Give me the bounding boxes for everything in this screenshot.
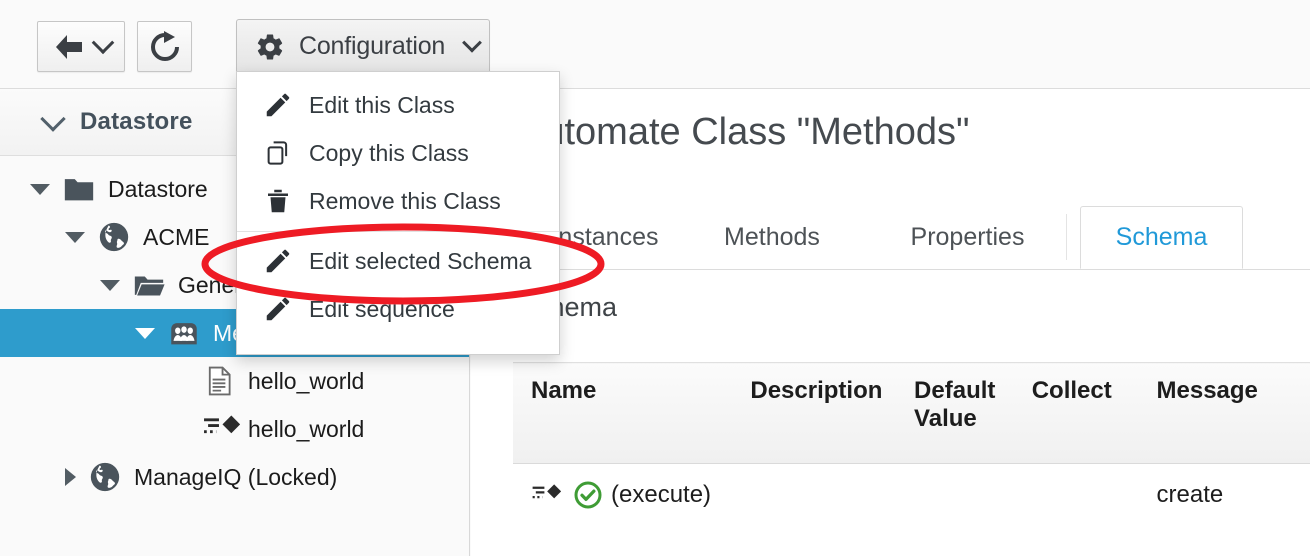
method-icon xyxy=(202,412,241,446)
menu-separator xyxy=(237,231,559,232)
tab-properties[interactable]: Properties xyxy=(880,206,1055,268)
method-icon xyxy=(532,484,562,499)
folder-open-icon xyxy=(134,276,165,296)
cell-description xyxy=(750,463,915,526)
tab-divider xyxy=(1066,214,1067,260)
document-icon xyxy=(202,364,236,398)
globe-icon xyxy=(97,220,131,254)
configuration-dropdown-menu[interactable]: Edit this Class Copy this Class Remove thi… xyxy=(236,71,560,355)
tree-node-label: Datastore xyxy=(108,175,208,202)
cell-collect xyxy=(1031,463,1157,526)
menu-item-label: Edit sequence xyxy=(309,295,455,322)
app-window: Configuration Datastore Datastore ACME Gen… xyxy=(0,0,1310,556)
page-title: Automate Class "Methods" xyxy=(518,111,970,153)
chevron-down-icon[interactable] xyxy=(30,183,50,195)
arrow-left-icon xyxy=(55,34,82,59)
pencil-icon xyxy=(266,249,290,273)
chevron-down-icon xyxy=(40,106,66,132)
menu-item-edit-this-class[interactable]: Edit this Class xyxy=(237,81,559,129)
folder-closed-icon xyxy=(62,172,96,206)
tree-node-label: hello_world xyxy=(248,367,365,394)
configuration-button-label: Configuration xyxy=(299,32,446,60)
copy-icon xyxy=(263,138,293,168)
toolbar: Configuration xyxy=(0,0,1310,89)
folder-open-icon xyxy=(132,268,166,302)
table-header-row: Name Description Default Value Collect Me… xyxy=(513,362,1310,464)
trash-icon xyxy=(268,189,288,213)
tree-node-manageiq-locked-[interactable]: ManageIQ (Locked) xyxy=(0,453,469,501)
tab-label: Methods xyxy=(724,222,820,251)
menu-item-remove-this-class[interactable]: Remove this Class xyxy=(237,177,559,225)
cell-message: create xyxy=(1156,463,1310,526)
menu-item-label: Remove this Class xyxy=(309,187,501,214)
globe-icon xyxy=(90,462,120,492)
menu-item-label: Copy this Class xyxy=(309,139,469,166)
sidebar-accordion-label: Datastore xyxy=(80,108,193,135)
globe-icon xyxy=(88,460,122,494)
refresh-icon xyxy=(150,30,179,61)
tab-bar: Instances Methods Properties Schema xyxy=(471,206,1310,270)
pencil-icon xyxy=(263,294,293,324)
reload-button[interactable] xyxy=(137,21,192,72)
trash-icon xyxy=(263,186,293,216)
back-button[interactable] xyxy=(37,21,125,72)
globe-icon xyxy=(99,222,129,252)
method-icon xyxy=(204,415,241,434)
cell-default-value xyxy=(914,463,1032,526)
chevron-down-icon xyxy=(462,32,483,53)
folder-closed-icon xyxy=(64,179,94,201)
tree-node-hello-world[interactable]: hello_world xyxy=(0,357,469,405)
copy-icon xyxy=(267,141,288,165)
check-circle-icon xyxy=(574,481,602,509)
column-header-message[interactable]: Message xyxy=(1156,362,1310,464)
class-icon xyxy=(171,323,197,345)
document-icon xyxy=(208,366,231,396)
cell-name: (execute) xyxy=(513,463,751,526)
chevron-down-icon[interactable] xyxy=(135,327,155,339)
menu-item-copy-this-class[interactable]: Copy this Class xyxy=(237,129,559,177)
tab-label: Properties xyxy=(910,222,1025,251)
menu-item-edit-sequence[interactable]: Edit sequence xyxy=(237,285,559,333)
gear-icon xyxy=(257,34,283,59)
class-icon xyxy=(167,316,201,350)
tab-label: Schema xyxy=(1115,223,1208,251)
schema-table-head: Name Description Default Value Collect Me… xyxy=(513,362,1310,464)
schema-table: Name Description Default Value Collect Me… xyxy=(513,362,1310,526)
chevron-right-icon[interactable] xyxy=(65,468,76,486)
tree-node-label: hello_world xyxy=(248,415,365,442)
pencil-icon xyxy=(263,90,293,120)
table-row[interactable]: (execute) create xyxy=(513,463,1310,526)
tab-schema[interactable]: Schema xyxy=(1080,206,1243,269)
configuration-button[interactable]: Configuration xyxy=(236,19,490,74)
method-icon xyxy=(531,482,565,508)
main-content: Automate Class "Methods" Instances Method… xyxy=(471,89,1310,556)
schema-table-body: (execute) create xyxy=(513,463,1310,526)
pencil-icon xyxy=(266,297,290,321)
pencil-icon xyxy=(266,93,290,117)
chevron-down-icon xyxy=(91,30,114,54)
column-header-collect[interactable]: Collect xyxy=(1031,362,1157,464)
tab-label: Instances xyxy=(551,222,659,251)
pencil-icon xyxy=(263,246,293,276)
row-name-label: (execute) xyxy=(611,481,712,508)
menu-item-label: Edit selected Schema xyxy=(309,247,532,274)
menu-item-label: Edit this Class xyxy=(309,91,455,118)
column-header-default-value[interactable]: Default Value xyxy=(914,362,1032,464)
tree-node-label: ManageIQ (Locked) xyxy=(134,463,338,490)
tab-methods[interactable]: Methods xyxy=(692,206,852,268)
check-circle-icon xyxy=(573,480,603,510)
tree-node-hello-world[interactable]: hello_world xyxy=(0,405,469,453)
chevron-down-icon[interactable] xyxy=(65,231,85,243)
column-header-name[interactable]: Name xyxy=(513,362,751,464)
tree-node-label: ACME xyxy=(143,223,210,250)
chevron-down-icon[interactable] xyxy=(100,279,120,291)
menu-item-edit-selected-schema[interactable]: Edit selected Schema xyxy=(237,237,559,285)
column-header-description[interactable]: Description xyxy=(750,362,915,464)
